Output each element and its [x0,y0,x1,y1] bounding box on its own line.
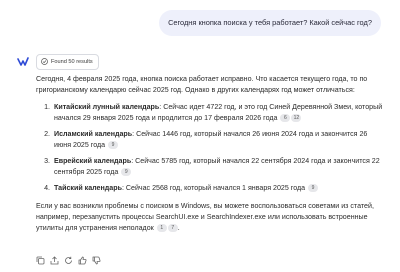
share-icon[interactable] [50,256,59,265]
calendar-list: Китайский лунный календарь: Сейчас идет … [36,102,386,194]
search-results-chip[interactable]: Found 50 results [36,54,99,70]
citation-badge[interactable]: 6 [280,114,291,122]
citation-badge[interactable]: 9 [308,184,319,192]
citation-badge[interactable]: 7 [167,224,178,232]
list-item: Еврейский календарь: Сейчас 5785 год, ко… [52,156,386,178]
answer-outro: Если у вас возникли проблемы с поиском в… [36,202,374,232]
user-message-bubble: Сегодня кнопка поиска у тебя работает? К… [159,10,381,36]
assistant-answer: Сегодня, 4 февраля 2025 года, кнопка пои… [36,74,386,234]
list-item: Китайский лунный календарь: Сейчас идет … [52,102,386,124]
list-item: Исламский календарь: Сейчас 1446 год, ко… [52,129,386,151]
thumbs-down-icon[interactable] [92,256,101,265]
citation-badge[interactable]: 1 [156,224,167,232]
copy-icon[interactable] [36,256,45,265]
thumbs-up-icon[interactable] [78,256,87,265]
regenerate-icon[interactable] [64,256,73,265]
citation-badge[interactable]: 12 [291,114,302,122]
list-item-title: Исламский календарь [54,130,133,138]
list-item-text: : Сейчас 2568 год, который начался 1 янв… [121,184,306,192]
check-circle-icon [41,58,48,65]
list-item-title: Китайский лунный календарь [54,103,160,111]
list-item: Тайский календарь: Сейчас 2568 год, кото… [52,183,386,194]
answer-intro: Сегодня, 4 февраля 2025 года, кнопка пои… [36,75,368,94]
list-item-title: Еврейский календарь [54,157,132,165]
search-chip-label: Found 50 results [51,59,93,65]
answer-outro-text: Если у вас возникли проблемы с поиском в… [36,202,374,232]
citation-badge[interactable]: 9 [108,141,119,149]
assistant-logo-icon [17,57,29,66]
citation-badge[interactable]: 9 [121,168,132,176]
list-item-title: Тайский календарь [54,184,122,192]
